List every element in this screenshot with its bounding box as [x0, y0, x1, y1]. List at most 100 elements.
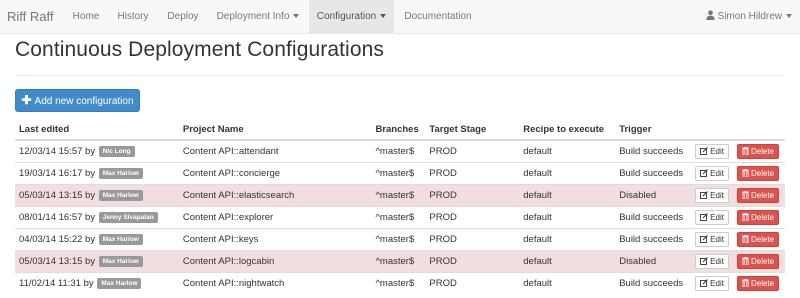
- edited-date: 05/03/14 13:15: [19, 256, 83, 267]
- edit-button[interactable]: Edit: [695, 188, 729, 203]
- column-header-edit: [691, 119, 733, 141]
- delete-button-label: Delete: [750, 279, 775, 288]
- cell-branches: ^master$: [371, 184, 426, 207]
- edited-by-text: by: [83, 278, 94, 289]
- cell-edit: Edit: [691, 250, 733, 273]
- delete-button[interactable]: Delete: [736, 166, 780, 181]
- cell-trigger: Build succeeds: [615, 272, 692, 294]
- cell-trigger: Disabled: [615, 250, 692, 273]
- chevron-down-icon: [293, 14, 300, 19]
- edited-by-text: by: [85, 234, 96, 245]
- table-row: 05/03/14 13:15 by Max Harlow Content API:…: [15, 184, 785, 207]
- cell-target-stage: PROD: [425, 228, 520, 251]
- cell-branches: ^master$: [371, 139, 426, 163]
- nav-configuration[interactable]: Configuration: [309, 0, 394, 33]
- chevron-down-icon: [380, 14, 387, 19]
- edit-icon: [700, 169, 709, 178]
- cell-delete: Delete: [732, 162, 785, 185]
- nav-home[interactable]: Home: [60, 0, 112, 33]
- trash-icon: [742, 213, 749, 222]
- cell-project-name: Content API::keys: [178, 228, 372, 251]
- edit-button[interactable]: Edit: [695, 210, 729, 225]
- edit-button[interactable]: Edit: [695, 254, 729, 269]
- column-header-branches[interactable]: Branches: [371, 119, 426, 141]
- table-row: 04/03/14 15:22 by Max Harlow Content API:…: [15, 228, 785, 251]
- trash-icon: [742, 235, 749, 244]
- delete-button[interactable]: Delete: [736, 144, 780, 159]
- cell-recipe: default: [519, 184, 616, 207]
- nav-deployment-info[interactable]: Deployment Info: [208, 0, 308, 33]
- cell-edit: Edit: [691, 228, 733, 251]
- edited-date: 19/03/14 16:17: [19, 168, 83, 179]
- edit-button[interactable]: Edit: [695, 276, 729, 291]
- edit-icon: [700, 191, 709, 200]
- column-header-delete: [732, 119, 785, 141]
- brand[interactable]: Riff Raff: [7, 9, 53, 24]
- edit-button-label: Edit: [710, 169, 724, 178]
- cell-edit: Edit: [691, 162, 733, 185]
- delete-button[interactable]: Delete: [736, 210, 780, 225]
- cell-recipe: default: [519, 162, 616, 185]
- cell-last-edited: 19/03/14 16:17 by Max Harlow: [15, 162, 179, 185]
- edit-button[interactable]: Edit: [695, 232, 729, 247]
- cell-edit: Edit: [691, 184, 733, 207]
- add-configuration-button[interactable]: ✚ Add new configuration: [15, 89, 140, 112]
- cell-edit: Edit: [691, 206, 733, 229]
- edit-button-label: Edit: [710, 213, 724, 222]
- cell-last-edited: 12/03/14 15:57 by Nic Long: [15, 139, 179, 163]
- cell-project-name: Content API::attendant: [178, 139, 372, 163]
- user-menu[interactable]: Simon Hildrew: [705, 0, 792, 33]
- column-header-recipe[interactable]: Recipe to execute: [519, 119, 616, 141]
- edited-by-text: by: [85, 190, 96, 201]
- column-header-target-stage[interactable]: Target Stage: [425, 119, 520, 141]
- nav-deployment-info-label: Deployment Info: [216, 11, 290, 22]
- delete-button[interactable]: Delete: [736, 232, 780, 247]
- cell-project-name: Content API::logcabin: [178, 250, 372, 273]
- table-row: 19/03/14 16:17 by Max Harlow Content API:…: [15, 162, 785, 185]
- delete-button-label: Delete: [750, 169, 775, 178]
- cell-delete: Delete: [732, 228, 785, 251]
- edit-button-label: Edit: [710, 257, 724, 266]
- delete-button[interactable]: Delete: [736, 188, 780, 203]
- cell-branches: ^master$: [371, 250, 426, 273]
- edit-button[interactable]: Edit: [695, 166, 729, 181]
- cell-delete: Delete: [732, 250, 785, 273]
- edit-icon: [700, 279, 709, 288]
- navbar: Riff Raff Home History Deploy Deployment…: [0, 0, 800, 34]
- table-row: 05/03/14 13:15 by Max Harlow Content API:…: [15, 250, 785, 273]
- nav-deploy[interactable]: Deploy: [158, 0, 208, 33]
- user-badge: Max Harlow: [98, 189, 143, 201]
- cell-trigger: Build succeeds: [615, 228, 692, 251]
- cell-trigger: Build succeeds: [615, 206, 692, 229]
- cell-target-stage: PROD: [425, 250, 520, 273]
- delete-button-label: Delete: [750, 257, 775, 266]
- cell-target-stage: PROD: [425, 162, 520, 185]
- cell-delete: Delete: [732, 272, 785, 294]
- cell-branches: ^master$: [371, 206, 426, 229]
- edit-icon: [700, 213, 709, 222]
- column-header-trigger[interactable]: Trigger: [615, 119, 692, 141]
- cell-target-stage: PROD: [425, 272, 520, 294]
- delete-button-label: Delete: [750, 235, 775, 244]
- edit-button-label: Edit: [710, 279, 724, 288]
- table-row: 08/01/14 16:57 by Jenny Sivapalan Content…: [15, 206, 785, 229]
- configurations-table: Last edited Project Name Branches Target…: [15, 119, 785, 294]
- plus-icon: ✚: [21, 93, 32, 107]
- user-badge: Nic Long: [98, 145, 135, 157]
- cell-target-stage: PROD: [425, 184, 520, 207]
- trash-icon: [742, 191, 749, 200]
- edit-button[interactable]: Edit: [695, 144, 729, 159]
- column-header-project-name[interactable]: Project Name: [178, 119, 372, 141]
- cell-trigger: Build succeeds: [615, 139, 692, 163]
- delete-button[interactable]: Delete: [736, 254, 780, 269]
- delete-button-label: Delete: [750, 191, 775, 200]
- nav-documentation[interactable]: Documentation: [394, 0, 482, 33]
- delete-button-label: Delete: [750, 213, 775, 222]
- nav-history[interactable]: History: [108, 0, 158, 33]
- cell-project-name: Content API::nightwatch: [178, 272, 372, 294]
- cell-last-edited: 04/03/14 15:22 by Max Harlow: [15, 228, 179, 251]
- edited-date: 04/03/14 15:22: [19, 234, 83, 245]
- delete-button[interactable]: Delete: [736, 276, 780, 291]
- column-header-last-edited[interactable]: Last edited: [15, 119, 179, 141]
- edit-button-label: Edit: [710, 147, 724, 156]
